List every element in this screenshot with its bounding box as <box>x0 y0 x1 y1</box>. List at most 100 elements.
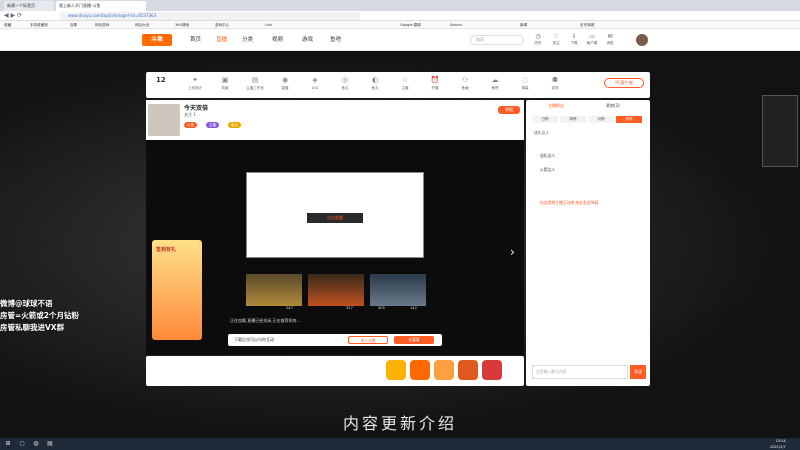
nav-arrows-icon[interactable]: ◀ ▶ ⟳ <box>4 12 22 19</box>
bookmarks-bar: 收藏 手机收藏夹 谷歌 网页游戏 网址大全 360搜索 游戏中心 Link Go… <box>0 21 800 29</box>
streamer-info: 今天双倍 关注 1 斗鱼 主播 鱼丸 举报 <box>146 100 524 140</box>
bookmark-item[interactable]: 收藏 <box>4 21 11 29</box>
folder-icon[interactable]: ▤ <box>44 439 56 449</box>
user-avatar[interactable] <box>636 34 648 46</box>
room-toolbar: 12 ✦ 上传统计 ▣ 背景 ▤ 主播工作室 ◉ 直播 ◈ ATA ◎ 鱼丸 ◐ 鱼丸 ☆ 主播… <box>146 72 650 98</box>
toolbar-item[interactable]: ☁ 鱼吧 <box>482 74 508 91</box>
nav-link-home[interactable]: 首页 <box>190 35 201 45</box>
clock: 15:54 2021/2/7 <box>770 439 786 449</box>
browser-icon[interactable]: ◍ <box>30 439 42 449</box>
video-thumbnail[interactable] <box>370 274 426 306</box>
thumb-count: 405 <box>378 306 385 310</box>
nav-link-game[interactable]: 游戏 <box>302 35 313 45</box>
gift-icon[interactable] <box>386 360 406 380</box>
send-button[interactable]: 发送 <box>630 365 646 379</box>
status-badge: 斗鱼 <box>184 122 197 128</box>
embedded-screenshot: 点击观看 <box>246 172 424 258</box>
bookmark-item[interactable]: 手机收藏夹 <box>30 21 48 29</box>
nav-link-live[interactable]: 直播 <box>216 35 227 45</box>
tab-vip[interactable]: 贵宾(3) <box>606 103 620 109</box>
toolbar-item[interactable]: ◎ 鱼丸 <box>332 74 358 91</box>
overlay-line: 微博@球球不语 <box>0 299 53 308</box>
search-icon[interactable]: ○ <box>16 439 28 449</box>
video-subtitle: 正在加载,直播已经关闭,正在推荐如何... <box>230 318 301 323</box>
history-icon[interactable]: ◷ 历史 <box>530 33 546 46</box>
stream-overlay: 微博@球球不语 房管=火箭或2个月钻粉 房管私聊我进VX群 <box>0 298 79 334</box>
thumb-count: 327 <box>346 306 353 310</box>
search-input[interactable]: 搜索 <box>470 35 524 45</box>
gift-icon[interactable] <box>458 360 478 380</box>
enter-button[interactable]: 进入斗鱼 <box>348 336 388 344</box>
level-value: 12 <box>156 76 166 84</box>
rank-row[interactable]: 送礼达人 <box>540 150 646 162</box>
follow-icon[interactable]: ♡ 关注 <box>548 33 564 46</box>
bookmark-item[interactable]: 新闻 <box>520 21 527 29</box>
pc-client-button[interactable]: PC客户端 <box>604 78 644 88</box>
tab-weekly[interactable]: 周榜 <box>560 116 586 123</box>
taskbar: ⊞ ○ ◍ ▤ 15:54 2021/2/7 <box>0 438 800 450</box>
right-promo[interactable] <box>762 95 798 167</box>
overlay-line: 房管=火箭或2个月钻粉 <box>0 311 80 320</box>
site-logo[interactable]: 斗鱼 <box>142 34 172 46</box>
chat-panel: 主播粉丝 贵宾(3) 日榜 周榜 月榜 贵宾 送礼达人 送礼达人 火箭达人 在这… <box>526 100 650 386</box>
toolbar-item[interactable]: ⚇ 鱼塘 <box>452 74 478 91</box>
bookmark-item[interactable]: 360搜索 <box>175 21 189 29</box>
report-button[interactable]: 举报 <box>498 106 520 114</box>
video-thumbnail[interactable] <box>308 274 364 306</box>
toolbar-item[interactable]: ◉ 直播 <box>272 74 298 91</box>
status-badge: 主播 <box>206 122 219 128</box>
nav-link-fishbar[interactable]: 鱼吧 <box>330 35 341 45</box>
bookmark-item[interactable]: 谷歌 <box>70 21 77 29</box>
bookmark-item[interactable]: 网页游戏 <box>95 21 109 29</box>
toolbar-item[interactable]: ▣ 背景 <box>212 74 238 91</box>
tab-daily[interactable]: 日榜 <box>532 116 558 123</box>
side-promo[interactable]: 签到有礼 <box>152 240 202 340</box>
tab-monthly[interactable]: 月榜 <box>588 116 614 123</box>
url-field[interactable]: www.douyu.com/topic/mitage?rid=6537363 <box>60 12 360 20</box>
gift-icon[interactable] <box>482 360 502 380</box>
bookmark-item[interactable]: 网址大全 <box>135 21 149 29</box>
chat-message: 在这里和主播互动吧,快去发送弹幕... <box>540 200 602 205</box>
toolbar-item[interactable]: ◈ ATA <box>302 74 328 90</box>
chevron-right-icon[interactable]: › <box>510 245 515 259</box>
toolbar-item[interactable]: ☆ 主播 <box>392 74 418 91</box>
viewer-count: 关注 1 <box>184 112 196 117</box>
rank-row[interactable]: 火箭达人 <box>540 164 646 176</box>
video-caption: 内容更新介绍 <box>342 414 457 433</box>
toolbar-item[interactable]: ⏰ 开播 <box>422 74 448 91</box>
toolbar-item[interactable]: ◐ 鱼丸 <box>362 74 388 91</box>
nav-link-video[interactable]: 视频 <box>272 35 283 45</box>
video-thumbnail[interactable] <box>246 274 302 306</box>
tab-fans[interactable]: 主播粉丝 <box>548 103 564 109</box>
bookmark-item[interactable]: Google 翻译 <box>400 21 421 29</box>
windows-icon[interactable]: ⊞ <box>2 439 14 449</box>
go-button[interactable]: 去看看 <box>394 336 434 344</box>
player-area: 今天双倍 关注 1 斗鱼 主播 鱼丸 举报 点击观看 247 327 405 1… <box>146 100 524 355</box>
gift-icon[interactable] <box>434 360 454 380</box>
tab-vip-rank[interactable]: 贵宾 <box>616 116 642 123</box>
watch-button[interactable]: 点击观看 <box>307 213 363 223</box>
toolbar-item[interactable]: ✦ 上传统计 <box>182 74 208 91</box>
bookmark-item[interactable]: 京东商城 <box>580 21 594 29</box>
thumb-count: 142 <box>410 306 417 310</box>
download-icon[interactable]: ⇩ 下载 <box>566 33 582 46</box>
gift-icon[interactable] <box>410 360 430 380</box>
nav-link-category[interactable]: 分类 <box>242 35 253 45</box>
client-icon[interactable]: ▭ 客户端 <box>584 33 600 46</box>
rank-header: 送礼达人 <box>534 130 550 135</box>
toolbar-item[interactable]: ▤ 主播工作室 <box>242 74 268 91</box>
video-screen[interactable]: 点击观看 247 327 405 142 正在加载,直播已经关闭,正在推荐如何.… <box>146 140 524 355</box>
browser-tab[interactable]: 新建一个标签页 <box>4 1 54 11</box>
toolbar-item[interactable]: ◌ 弹幕 <box>512 74 538 91</box>
message-icon[interactable]: ✉ 消息 <box>602 33 618 46</box>
toolbar-item[interactable]: ⚉ 游戏 <box>542 74 568 91</box>
thumb-count: 247 <box>286 306 293 310</box>
site-navigation: 斗鱼 首页 直播 分类 视频 游戏 鱼吧 搜索 ◷ 历史 ♡ 关注 ⇩ 下载 ▭ 客户端… <box>0 29 800 51</box>
bookmark-item[interactable]: 游戏中心 <box>215 21 229 29</box>
browser-tab-active[interactable]: 我上新人开门直播-斗鱼 <box>56 1 146 11</box>
streamer-avatar[interactable] <box>148 104 180 136</box>
chat-input[interactable]: 这里输入聊天内容 <box>532 365 628 379</box>
promo-text: 签到有礼 <box>156 247 177 253</box>
bookmark-item[interactable]: Link <box>265 21 272 29</box>
bookmark-item[interactable]: Search <box>450 21 462 29</box>
